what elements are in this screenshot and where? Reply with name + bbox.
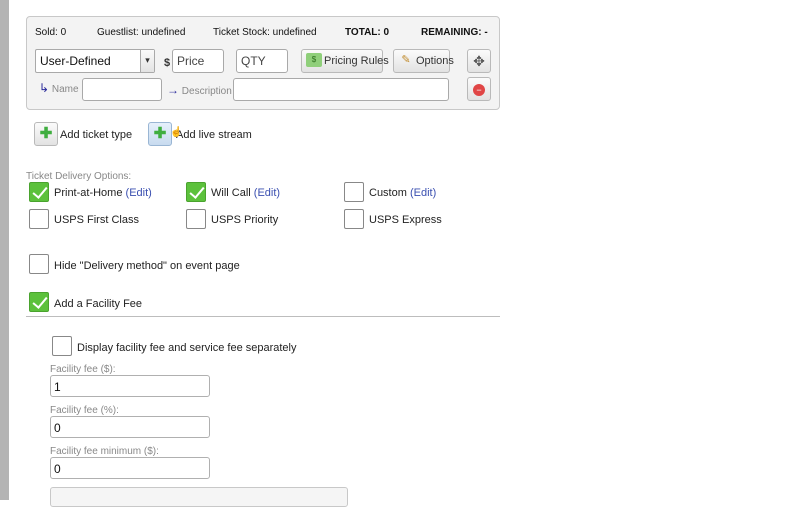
display-fees-separately-checkbox[interactable]: [52, 336, 72, 356]
section-divider: [26, 316, 500, 317]
plus-icon: ✚: [153, 125, 167, 142]
add-ticket-type-label: Add ticket type: [60, 129, 133, 141]
description-label: Description: [181, 86, 232, 97]
guestlist-count: Guestlist: undefined: [97, 27, 186, 38]
next-field-box[interactable]: [50, 487, 348, 507]
will-call-option: Will Call (Edit): [211, 187, 280, 199]
will-call-edit-link[interactable]: (Edit): [254, 187, 280, 199]
facility-fee-dollar-label: Facility fee ($):: [50, 364, 116, 375]
price-placeholder: Price: [177, 54, 205, 68]
usps-priority-checkbox[interactable]: [186, 209, 206, 229]
print-at-home-edit-link[interactable]: (Edit): [126, 187, 152, 199]
name-input[interactable]: [82, 78, 162, 101]
chevron-down-icon: ▾: [140, 50, 154, 72]
left-scroll-gutter: [0, 0, 9, 500]
delete-icon: −: [473, 84, 485, 97]
custom-edit-link[interactable]: (Edit): [410, 187, 436, 199]
money-icon: $: [306, 53, 322, 68]
facility-fee-percent-label: Facility fee (%):: [50, 405, 119, 416]
usps-first-class-label: USPS First Class: [54, 214, 139, 226]
print-at-home-label: Print-at-Home: [54, 187, 123, 199]
display-fees-separately-label: Display facility fee and service fee sep…: [77, 342, 297, 354]
right-arrow-icon: →: [167, 83, 179, 97]
add-facility-fee-checkbox[interactable]: [29, 292, 49, 312]
description-input[interactable]: [233, 78, 449, 101]
pricing-rules-button[interactable]: $ Pricing Rules: [301, 49, 389, 73]
facility-fee-minimum-input[interactable]: 0: [50, 457, 210, 479]
price-input[interactable]: Price: [172, 49, 224, 73]
qty-input[interactable]: QTY: [236, 49, 288, 73]
add-live-stream-label: Add live stream: [176, 129, 252, 141]
ticket-type-card: Sold: 0 Guestlist: undefined Ticket Stoc…: [26, 16, 500, 110]
usps-express-label: USPS Express: [369, 214, 442, 226]
return-arrow-icon: ↳: [39, 81, 50, 95]
qty-placeholder: QTY: [241, 54, 266, 68]
name-label: Name: [51, 84, 79, 95]
delete-ticket-button[interactable]: −: [467, 77, 491, 101]
ticket-stock: Ticket Stock: undefined: [213, 27, 317, 38]
name-label-wrap: ↳ Name: [39, 81, 79, 95]
hand-cursor-icon: ☝: [170, 127, 183, 138]
facility-fee-minimum-label: Facility fee minimum ($):: [50, 446, 159, 457]
facility-fee-minimum-value: 0: [54, 462, 61, 476]
facility-fee-dollar-value: 1: [54, 380, 61, 394]
custom-checkbox[interactable]: [344, 182, 364, 202]
move-button[interactable]: ✥: [467, 49, 491, 73]
custom-option: Custom (Edit): [369, 187, 436, 199]
options-label: Options: [416, 55, 454, 67]
print-at-home-checkbox[interactable]: [29, 182, 49, 202]
remaining-count: REMAINING: -: [421, 27, 488, 38]
usps-express-checkbox[interactable]: [344, 209, 364, 229]
ticket-type-select[interactable]: User-Defined ▾: [35, 49, 155, 73]
sold-count: Sold: 0: [35, 27, 67, 38]
pencil-icon: ✎: [401, 54, 411, 67]
pricing-rules-label: Pricing Rules: [324, 55, 389, 67]
will-call-label: Will Call: [211, 187, 251, 199]
add-facility-fee-label: Add a Facility Fee: [54, 298, 143, 310]
add-ticket-type-button[interactable]: ✚: [34, 122, 58, 146]
add-live-stream-button[interactable]: ✚: [148, 122, 172, 146]
move-arrows-icon: ✥: [473, 53, 485, 69]
total-count: TOTAL: 0: [345, 27, 390, 38]
currency-symbol: $: [164, 57, 171, 69]
hide-delivery-method-label: Hide "Delivery method" on event page: [54, 260, 240, 272]
facility-fee-dollar-input[interactable]: 1: [50, 375, 210, 397]
hide-delivery-method-checkbox[interactable]: [29, 254, 49, 274]
facility-fee-percent-input[interactable]: 0: [50, 416, 210, 438]
options-button[interactable]: ✎ Options: [393, 49, 454, 73]
plus-icon: ✚: [39, 125, 53, 142]
usps-priority-label: USPS Priority: [211, 214, 279, 226]
delivery-options-heading: Ticket Delivery Options:: [26, 171, 132, 182]
ticket-type-value: User-Defined: [40, 54, 111, 68]
custom-label: Custom: [369, 187, 407, 199]
will-call-checkbox[interactable]: [186, 182, 206, 202]
usps-first-class-checkbox[interactable]: [29, 209, 49, 229]
description-label-wrap: → Description: [167, 83, 232, 97]
facility-fee-percent-value: 0: [54, 421, 61, 435]
print-at-home-option: Print-at-Home (Edit): [54, 187, 152, 199]
